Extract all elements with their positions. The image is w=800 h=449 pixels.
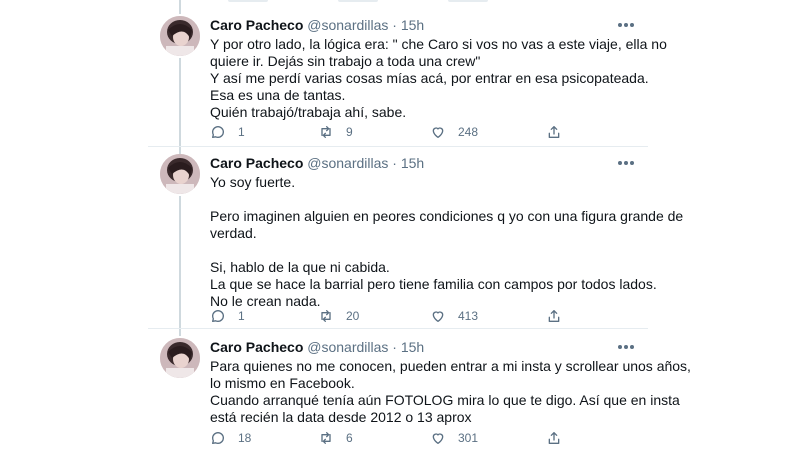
more-options-icon[interactable] <box>618 158 636 168</box>
separator: · <box>392 155 397 171</box>
author-handle[interactable]: @sonardillas <box>307 17 388 33</box>
separator: · <box>392 339 397 355</box>
tweet-text-line: Esa es una de tantas. <box>210 87 346 103</box>
divider <box>148 146 648 147</box>
reply-icon <box>212 126 224 138</box>
like-count: 248 <box>458 125 479 139</box>
heart-icon <box>432 433 444 444</box>
tweet-text-line: Pero imaginen alguien en peores condicio… <box>210 208 684 224</box>
avatar[interactable] <box>160 16 200 56</box>
tweet-actions: 1 20 413 <box>210 306 635 326</box>
tweet[interactable]: Caro Pacheco @sonardillas · 15h Yo soy f… <box>148 154 684 328</box>
like-count: 413 <box>458 309 479 323</box>
tweet-text-line: Y por otro lado, la lógica era: " che Ca… <box>210 36 667 52</box>
tweet-text: Y por otro lado, la lógica era: " che Ca… <box>210 36 667 121</box>
like-count: 301 <box>458 431 479 445</box>
author-name[interactable]: Caro Pacheco <box>210 339 303 355</box>
tweet-text-line: lo mismo en Facebook. <box>210 375 355 391</box>
tweet-text-line: Y así me perdí varias cosas mías acá, po… <box>210 70 649 86</box>
retweet-count: 9 <box>346 125 353 139</box>
tweet-text-line: Si, hablo de la que ni cabida. <box>210 259 390 275</box>
tweet-header: Caro Pacheco @sonardillas · 15h <box>210 338 635 356</box>
tweet-actions: 1 9 248 <box>210 122 635 142</box>
timestamp[interactable]: 15h <box>401 155 424 171</box>
author-name[interactable]: Caro Pacheco <box>210 155 303 171</box>
timestamp[interactable]: 15h <box>401 17 424 33</box>
retweet-icon <box>321 310 331 322</box>
retweet-button[interactable]: 20 <box>318 306 359 326</box>
tweet-text-line: Yo soy fuerte. <box>210 174 296 190</box>
reply-button[interactable]: 1 <box>210 306 245 326</box>
share-button[interactable] <box>546 122 574 142</box>
more-options-icon[interactable] <box>618 342 636 352</box>
avatar[interactable] <box>160 338 200 378</box>
tweet-text-line: Cuando arranqué tenía aún FOTOLOG mira l… <box>210 392 680 408</box>
retweet-count: 20 <box>346 309 360 323</box>
reply-icon <box>212 432 224 444</box>
divider <box>148 328 648 329</box>
reply-icon <box>212 310 224 322</box>
share-button[interactable] <box>546 428 574 448</box>
tweet-text-line: está recién la data desde 2012 o 13 apro… <box>210 409 472 425</box>
tweet-text-line: Quién trabajó/trabaja ahí, sabe. <box>210 104 407 120</box>
more-options-icon[interactable] <box>618 20 636 30</box>
tweet-text: Para quienes no me conocen, pueden entra… <box>210 358 691 426</box>
tweet-text-line: Para quienes no me conocen, pueden entra… <box>210 358 691 374</box>
share-icon <box>548 432 560 444</box>
tweet-header: Caro Pacheco @sonardillas · 15h <box>210 154 635 172</box>
reply-button[interactable]: 1 <box>210 122 245 142</box>
reply-button[interactable]: 18 <box>210 428 251 448</box>
reply-count: 18 <box>238 431 252 445</box>
tweet-text-line: quiere ir. Dejás sin trabajo a toda una … <box>210 53 481 69</box>
separator: · <box>392 17 397 33</box>
heart-icon <box>432 311 444 322</box>
retweet-count: 6 <box>346 431 353 445</box>
tweet-text-line <box>210 191 635 208</box>
retweet-icon <box>321 126 331 138</box>
share-icon <box>548 126 560 138</box>
author-handle[interactable]: @sonardillas <box>307 155 388 171</box>
tweet-text-line: verdad. <box>210 225 257 241</box>
tweet[interactable]: Caro Pacheco @sonardillas · 15h Para qui… <box>148 338 691 449</box>
like-button[interactable]: 413 <box>430 306 478 326</box>
tweet[interactable]: Caro Pacheco @sonardillas · 15h Y por ot… <box>148 16 667 146</box>
tweet-text: Yo soy fuerte. Pero imaginen alguien en … <box>210 174 684 310</box>
tweet-text-line: La que se hace la barrial pero tiene fam… <box>210 276 657 292</box>
retweet-button[interactable]: 6 <box>318 428 353 448</box>
reply-count: 1 <box>238 125 245 139</box>
retweet-button[interactable]: 9 <box>318 122 353 142</box>
like-button[interactable]: 248 <box>430 122 478 142</box>
tweet-actions: 18 6 301 <box>210 428 635 448</box>
tweet-text-line <box>210 242 635 259</box>
reply-count: 1 <box>238 309 245 323</box>
like-button[interactable]: 301 <box>430 428 478 448</box>
retweet-icon <box>321 432 331 444</box>
tweet-header: Caro Pacheco @sonardillas · 15h <box>210 16 635 34</box>
previous-tweet-actions-strip <box>148 0 648 9</box>
tweet-thread: Caro Pacheco @sonardillas · 15h Y por ot… <box>148 0 691 449</box>
author-handle[interactable]: @sonardillas <box>307 339 388 355</box>
share-button[interactable] <box>546 306 574 326</box>
share-icon <box>548 310 560 322</box>
thread-line <box>179 0 181 14</box>
heart-icon <box>432 127 444 138</box>
author-name[interactable]: Caro Pacheco <box>210 17 303 33</box>
timestamp[interactable]: 15h <box>401 339 424 355</box>
avatar[interactable] <box>160 154 200 194</box>
